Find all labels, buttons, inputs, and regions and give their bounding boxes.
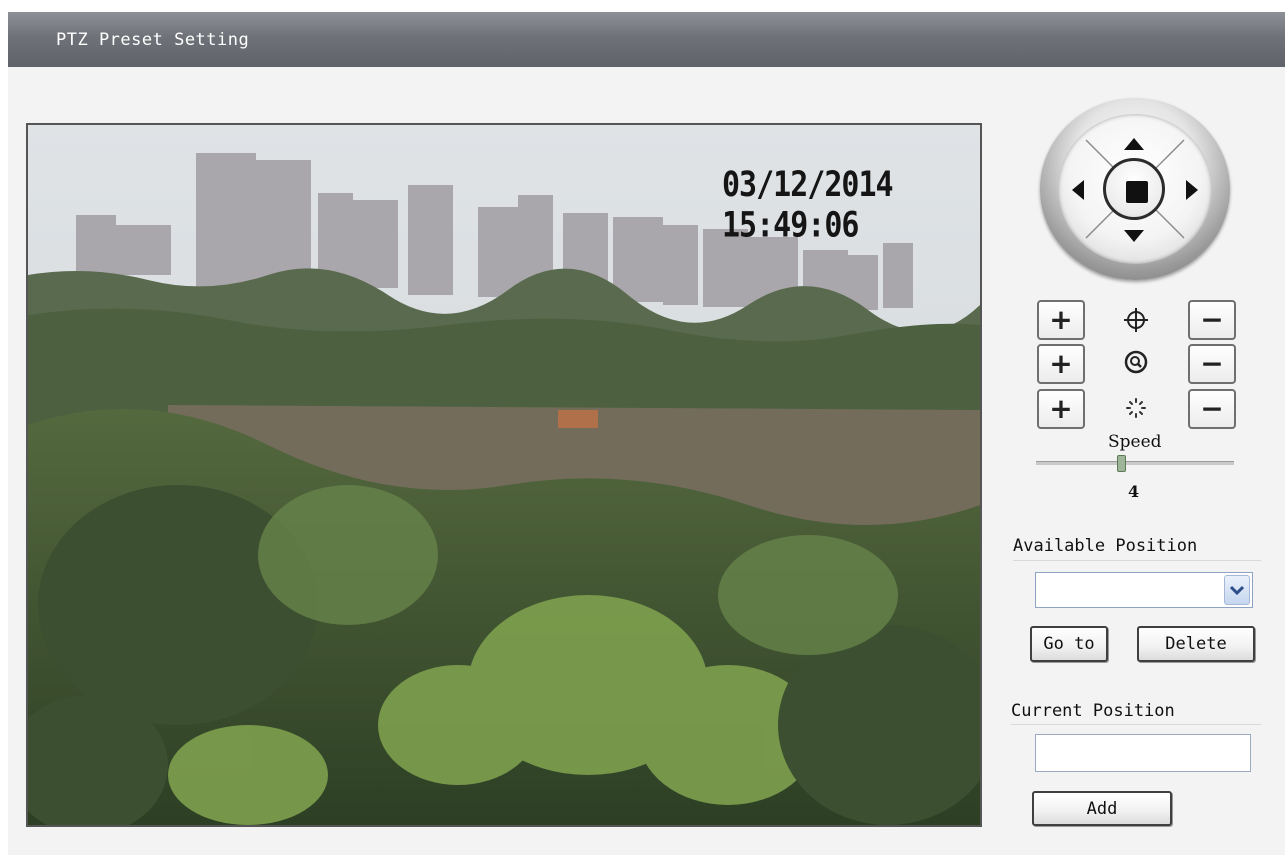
delete-button[interactable]: Delete	[1137, 626, 1255, 662]
current-position-label: Current Position	[1011, 701, 1175, 721]
page-title: PTZ Preset Setting	[56, 30, 250, 50]
pan-left-button[interactable]	[1072, 180, 1084, 200]
add-button[interactable]: Add	[1032, 791, 1172, 826]
available-position-select[interactable]	[1035, 572, 1253, 608]
stop-button[interactable]	[1103, 158, 1165, 220]
live-video-view[interactable]: 03/12/2014 15:49:06	[26, 123, 982, 827]
stop-icon	[1126, 181, 1148, 203]
video-timestamp: 03/12/2014 15:49:06	[722, 165, 894, 246]
title-bar: PTZ Preset Setting	[8, 12, 1285, 67]
pan-up-button[interactable]	[1124, 138, 1144, 150]
iris-minus-button[interactable]: −	[1188, 389, 1236, 429]
pan-right-button[interactable]	[1186, 180, 1198, 200]
focus-minus-button[interactable]: −	[1188, 300, 1236, 340]
divider	[1013, 560, 1261, 561]
iris-icon	[1121, 393, 1151, 423]
available-position-label: Available Position	[1013, 536, 1198, 556]
divider	[1011, 724, 1261, 725]
crosshair-icon	[1121, 305, 1151, 335]
zoom-minus-button[interactable]: −	[1188, 344, 1236, 384]
magnifier-icon	[1121, 347, 1151, 377]
speed-value: 4	[1128, 482, 1140, 501]
current-position-input[interactable]	[1035, 734, 1251, 772]
chevron-down-icon[interactable]	[1224, 575, 1250, 605]
speed-label: Speed	[1108, 432, 1162, 452]
speed-slider-thumb[interactable]	[1117, 455, 1126, 472]
iris-plus-button[interactable]: +	[1037, 389, 1085, 429]
focus-plus-button[interactable]: +	[1037, 300, 1085, 340]
pan-down-button[interactable]	[1124, 230, 1144, 242]
speed-slider-track[interactable]	[1036, 461, 1234, 465]
zoom-plus-button[interactable]: +	[1037, 344, 1085, 384]
go-to-button[interactable]: Go to	[1030, 626, 1108, 662]
